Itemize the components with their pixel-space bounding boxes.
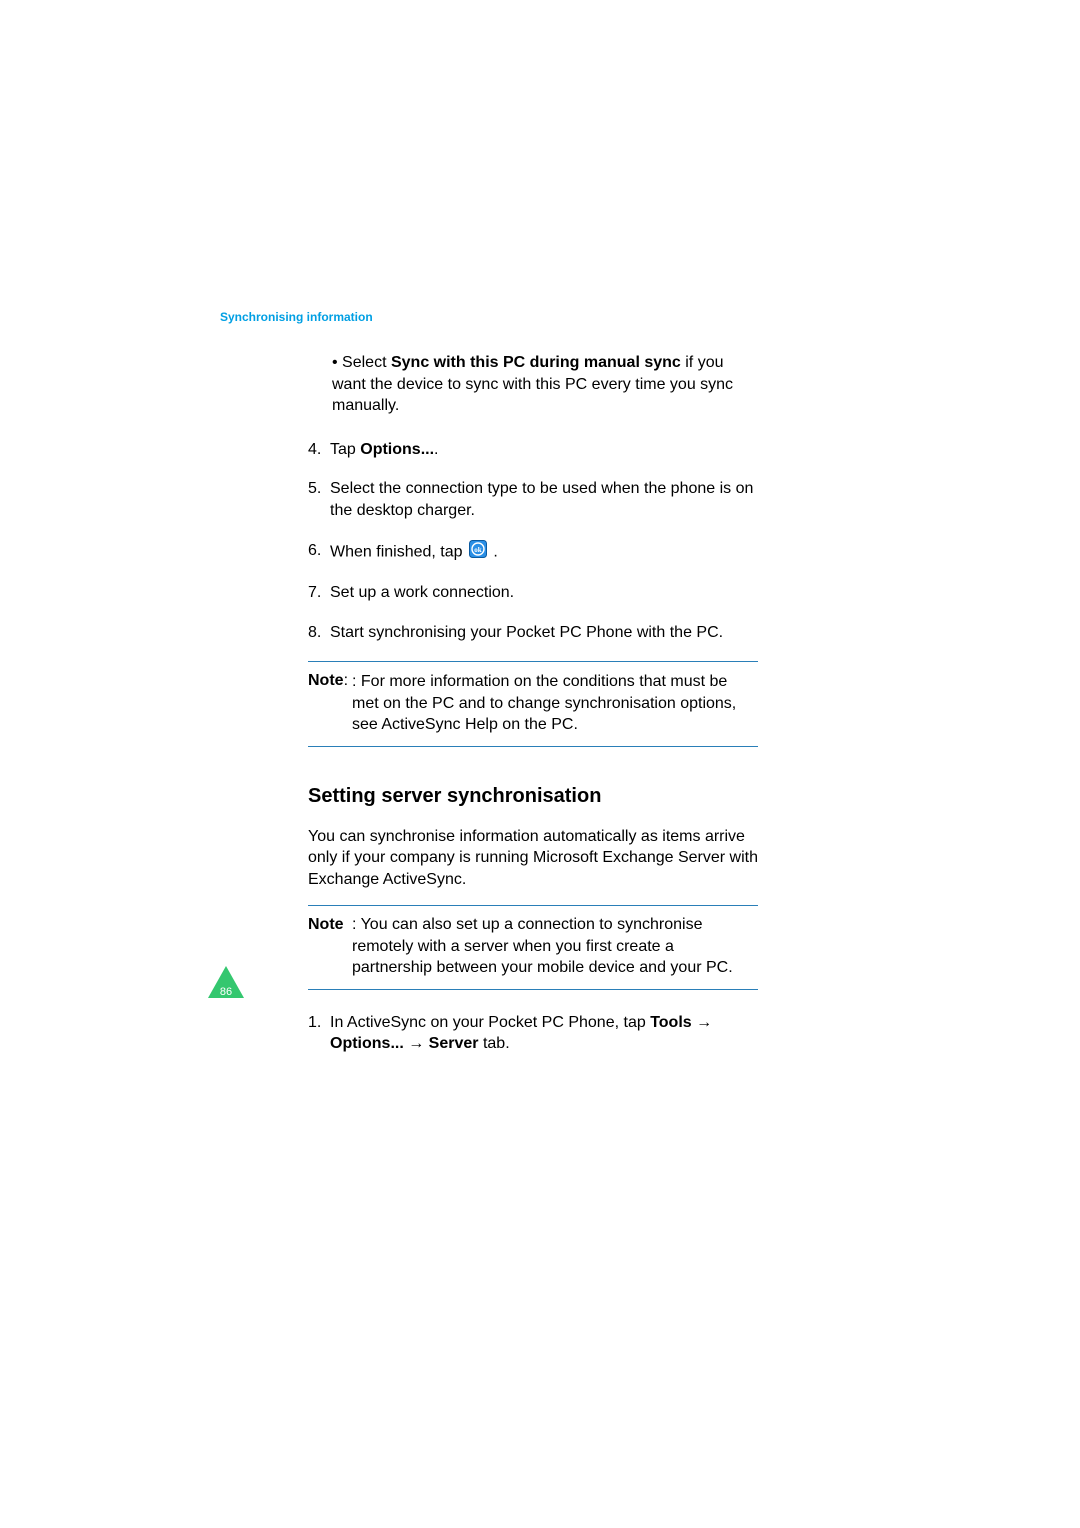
document-page: Synchronising information • Select Sync … <box>0 0 1080 1528</box>
s1b-arrow2: → <box>404 1035 429 1052</box>
note2-separator-bottom <box>308 989 758 990</box>
step-marker: 7. <box>308 582 321 604</box>
note-separator-top <box>308 661 758 662</box>
note2-text: : You can also set up a connection to sy… <box>352 916 733 976</box>
step-5: 5. Select the connection type to be used… <box>308 478 758 521</box>
step4-text-1: Tap <box>330 441 360 458</box>
step6-text-2: . <box>493 543 497 560</box>
running-header: Synchronising information <box>220 310 373 324</box>
step-marker: 5. <box>308 478 321 500</box>
step-4: 4. Tap Options.... <box>308 439 758 461</box>
ok-icon: ok <box>469 540 487 565</box>
s1b-b2: Options... <box>330 1035 404 1052</box>
s1b-t1: In ActiveSync on your Pocket PC Phone, t… <box>330 1014 650 1031</box>
step-marker: 1. <box>308 1012 321 1034</box>
bullet-bold: Sync with this PC during manual sync <box>391 354 681 371</box>
note-label: Note <box>308 916 344 933</box>
note-label: Note <box>308 672 344 689</box>
step-marker: 4. <box>308 439 321 461</box>
note2-separator-top <box>308 905 758 906</box>
bullet-item-sync-pc: • Select Sync with this PC during manual… <box>332 352 758 417</box>
section-paragraph: You can synchronise information automati… <box>308 826 758 891</box>
note1-text-start: : <box>344 672 348 689</box>
step4-text-2: . <box>434 441 438 458</box>
step6-text-1: When finished, tap <box>330 543 467 560</box>
note-separator-bottom <box>308 746 758 747</box>
note-block-2: Note : You can also set up a connection … <box>308 914 758 979</box>
step4-bold: Options... <box>360 441 434 458</box>
main-content: • Select Sync with this PC during manual… <box>308 352 758 1073</box>
page-number: 86 <box>214 986 238 998</box>
step-marker: 6. <box>308 540 321 562</box>
step-1b: 1. In ActiveSync on your Pocket PC Phone… <box>308 1012 758 1055</box>
step-marker: 8. <box>308 622 321 644</box>
step-7: 7. Set up a work connection. <box>308 582 758 604</box>
s1b-b1: Tools <box>650 1014 691 1031</box>
step-8: 8. Start synchronising your Pocket PC Ph… <box>308 622 758 644</box>
header-title: Synchronising information <box>220 310 373 324</box>
svg-text:ok: ok <box>474 546 482 554</box>
note1-text: : For more information on the conditions… <box>352 673 736 733</box>
section-heading: Setting server synchronisation <box>308 783 758 810</box>
step5-text: Select the connection type to be used wh… <box>330 480 753 519</box>
step7-text: Set up a work connection. <box>330 584 514 601</box>
step-6: 6. When finished, tap ok . <box>308 540 758 565</box>
s1b-arrow1: → <box>692 1014 712 1031</box>
step8-text: Start synchronising your Pocket PC Phone… <box>330 624 723 641</box>
s1b-t2: tab. <box>479 1035 510 1052</box>
bullet-text-prefix: • Select <box>332 354 391 371</box>
note-block-1: Note: : For more information on the cond… <box>308 670 758 735</box>
s1b-b3: Server <box>429 1035 479 1052</box>
